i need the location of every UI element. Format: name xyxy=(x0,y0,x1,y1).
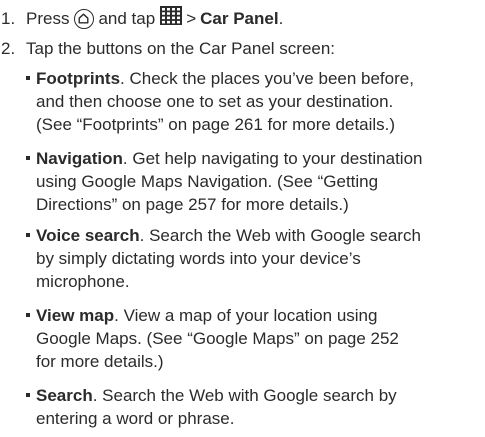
bullet-marker xyxy=(26,312,30,317)
bullet-text-line: for more details.) xyxy=(36,352,164,371)
step-target-car-panel: Car Panel xyxy=(200,9,279,28)
bullet-title: Search xyxy=(36,386,93,405)
step-number: 2. xyxy=(1,39,16,58)
bullet-voice-search: Voice search. Search the Web with Google… xyxy=(26,224,483,293)
bullet-navigation: Navigation. Get help navigating to your … xyxy=(26,147,483,216)
bullet-text-line: using Google Maps Navigation. (See “Gett… xyxy=(36,172,379,191)
bullet-text-line: . Search the Web with Google search by xyxy=(92,386,397,405)
manual-page: 1. Press and tap > Car Panel . 2. Tap th… xyxy=(0,0,485,437)
all-apps-grid-icon xyxy=(160,6,183,31)
step-text-press: Press xyxy=(26,9,70,28)
step-text-period: . xyxy=(278,9,284,28)
bullet-text-line: . Check the places you’ve been before, xyxy=(120,69,414,88)
bullet-marker xyxy=(26,392,30,397)
step-1: 1. Press and tap > Car Panel . xyxy=(0,6,283,31)
bullet-title: Navigation xyxy=(36,149,123,168)
home-icon xyxy=(74,8,95,29)
bullet-text-line: by simply dictating words into your devi… xyxy=(36,249,361,268)
bullet-text-line: and then choose one to set as your desti… xyxy=(36,92,394,111)
step-2: 2. Tap the buttons on the Car Panel scre… xyxy=(0,37,335,60)
bullet-title: Footprints xyxy=(36,69,121,88)
bullet-title: View map xyxy=(36,306,115,325)
bullet-text-line: . Get help navigating to your destinatio… xyxy=(122,149,423,168)
bullet-marker xyxy=(26,75,30,80)
step-text-arrow: > xyxy=(186,9,197,28)
step-text: Tap the buttons on the Car Panel screen: xyxy=(26,39,336,58)
bullet-marker xyxy=(26,232,30,237)
bullet-text-line: Directions” on page 257 for more details… xyxy=(36,195,349,214)
bullet-marker xyxy=(26,155,30,160)
bullet-text-line: entering a word or phrase. xyxy=(36,409,235,428)
step-number: 1. xyxy=(1,9,16,28)
bullet-text-line: microphone. xyxy=(36,272,130,291)
step-text-and-tap: and tap xyxy=(98,9,156,28)
bullet-search: Search. Search the Web with Google searc… xyxy=(26,384,483,430)
bullet-title: Voice search xyxy=(36,226,140,245)
bullet-text-line: . View a map of your location using xyxy=(114,306,378,325)
bullet-text-line: Google Maps. (See “Google Maps” on page … xyxy=(36,329,399,348)
bullet-text-line: . Search the Web with Google search xyxy=(139,226,421,245)
bullet-view-map: View map. View a map of your location us… xyxy=(26,304,483,373)
bullet-footprints: Footprints. Check the places you’ve been… xyxy=(26,67,483,136)
bullet-text-line: (See “Footprints” on page 261 for more d… xyxy=(36,115,396,134)
